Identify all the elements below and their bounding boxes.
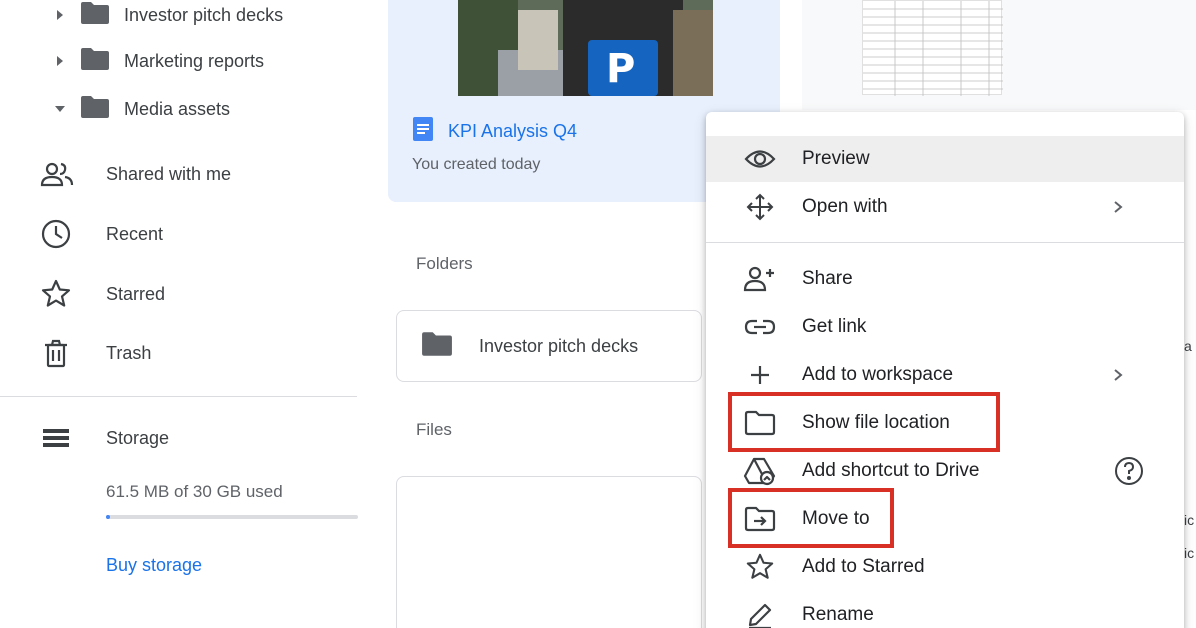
parking-sign-letter: P — [606, 46, 636, 92]
nav-starred[interactable]: Starred — [40, 276, 165, 312]
sidebar: Investor pitch decks Marketing reports M… — [0, 0, 385, 628]
menu-item-label: Open with — [802, 196, 888, 217]
link-icon — [742, 304, 778, 350]
buy-storage-link[interactable]: Buy storage — [106, 555, 202, 576]
nav-recent[interactable]: Recent — [40, 216, 163, 252]
storage-list-icon — [40, 424, 76, 452]
folder-card-label: Investor pitch decks — [479, 335, 639, 356]
spreadsheet-thumbnail — [862, 0, 1003, 96]
menu-item-label: Add to workspace — [802, 364, 954, 385]
nav-label: Shared with me — [106, 163, 232, 184]
menu-item-label: Preview — [802, 148, 870, 169]
menu-item-label: Share — [802, 268, 853, 289]
help-circle-icon[interactable] — [1114, 448, 1144, 494]
eye-icon — [742, 136, 778, 182]
clipped-edge-text: a — [1184, 338, 1192, 354]
menu-item-open-with[interactable]: Open with — [706, 184, 1184, 230]
suggested-card-subtitle: You created today — [412, 156, 541, 173]
folder-icon — [80, 95, 110, 124]
menu-item-get-link[interactable]: Get link — [706, 304, 1184, 350]
chevron-right-icon — [1112, 352, 1124, 398]
menu-item-add-to-starred[interactable]: Add to Starred — [706, 544, 1184, 590]
nav-label: Recent — [106, 223, 164, 244]
clipped-edge-text: ic — [1184, 512, 1195, 528]
trash-icon — [40, 337, 76, 369]
move-arrows-icon — [742, 184, 778, 230]
folder-card-investor-pitch-decks[interactable]: Investor pitch decks — [396, 310, 702, 382]
tree-item-label: Marketing reports — [124, 50, 265, 71]
people-icon — [40, 160, 76, 188]
nav-label: Starred — [106, 283, 166, 304]
caret-down-icon[interactable] — [52, 101, 68, 117]
menu-item-label: Rename — [802, 604, 874, 625]
files-section-label: Files — [416, 420, 452, 439]
tree-item-marketing-reports[interactable]: Marketing reports — [52, 46, 264, 76]
google-docs-icon — [412, 116, 434, 147]
star-icon — [40, 278, 76, 310]
folder-icon — [80, 47, 110, 76]
pencil-icon — [742, 592, 778, 628]
menu-item-preview[interactable]: Preview — [706, 136, 1184, 182]
nav-storage[interactable]: Storage — [40, 420, 169, 456]
nav-label: Trash — [106, 342, 152, 363]
folder-icon — [421, 331, 453, 362]
suggested-card-title: KPI Analysis Q4 — [448, 121, 578, 141]
context-menu: Preview Open with Share Get link Add to … — [706, 112, 1184, 628]
menu-item-label: Get link — [802, 316, 867, 337]
storage-label: Storage — [106, 427, 170, 448]
menu-item-rename[interactable]: Rename — [706, 592, 1184, 628]
tree-item-label: Investor pitch decks — [124, 4, 284, 25]
add-person-icon — [742, 256, 778, 302]
suggested-card-title-row[interactable]: KPI Analysis Q4 — [412, 116, 577, 147]
menu-item-share[interactable]: Share — [706, 256, 1184, 302]
star-outline-icon — [742, 544, 778, 590]
folder-icon — [80, 1, 110, 30]
nav-trash[interactable]: Trash — [40, 335, 151, 371]
highlight-box-show-file-location — [728, 392, 1000, 452]
menu-item-label: Add shortcut to Drive — [802, 460, 980, 481]
tree-item-investor-pitch-decks[interactable]: Investor pitch decks — [52, 0, 283, 30]
sidebar-divider — [0, 396, 357, 397]
clipped-edge-text: ic — [1184, 545, 1195, 561]
storage-usage-text: 61.5 MB of 30 GB used — [106, 482, 283, 501]
tree-item-media-assets[interactable]: Media assets — [52, 94, 230, 124]
storage-progress-fill — [106, 515, 110, 519]
caret-right-icon[interactable] — [52, 53, 68, 69]
tree-item-label: Media assets — [124, 98, 231, 119]
chevron-right-icon — [1112, 184, 1124, 230]
folders-section-label: Folders — [416, 254, 473, 273]
highlight-box-move-to — [728, 488, 894, 548]
caret-right-icon[interactable] — [52, 7, 68, 23]
file-card[interactable] — [396, 476, 702, 628]
menu-item-label: Add to Starred — [802, 556, 925, 577]
file-thumbnail: P — [458, 0, 713, 96]
menu-separator — [706, 242, 1184, 243]
nav-shared-with-me[interactable]: Shared with me — [40, 156, 231, 192]
clock-icon — [40, 218, 76, 250]
storage-progress-bar — [106, 515, 358, 519]
